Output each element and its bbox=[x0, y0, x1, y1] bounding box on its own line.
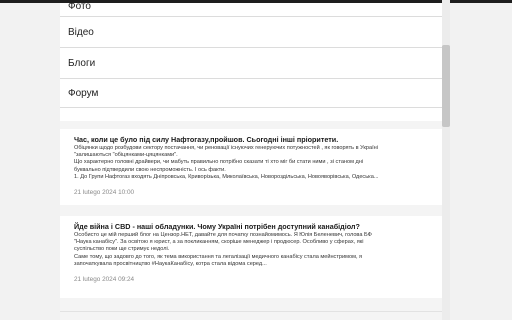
menu-item-label: Блоги bbox=[68, 57, 96, 69]
excerpt-line: Що характерно головні драйвери, чи мабут… bbox=[74, 159, 364, 166]
scrollbar-thumb[interactable] bbox=[442, 45, 450, 127]
excerpt-line: буквально підтвердили свою неспроможніст… bbox=[74, 166, 226, 173]
menu-item-label: Форум bbox=[68, 87, 99, 99]
content-panel: Фото Відео Блоги Форум Час, коли це було… bbox=[60, 0, 442, 320]
divider bbox=[60, 311, 442, 312]
top-bar bbox=[0, 0, 512, 3]
menu-item-blogs[interactable]: Блоги bbox=[60, 48, 442, 79]
excerpt-line: Обіцянки щодо розбудови сектору постачан… bbox=[74, 145, 378, 151]
excerpt-line: суспільство поки ще стримує недолі. bbox=[74, 246, 170, 253]
blog-card[interactable]: Йде війна і CBD - наші обладунки. Чому У… bbox=[60, 216, 442, 298]
menu-item-video[interactable]: Відео bbox=[60, 17, 442, 48]
menu-item-label: Відео bbox=[68, 26, 94, 38]
blog-card-excerpt: Особисто це мій перший блог на Цензор.НЕ… bbox=[74, 232, 428, 268]
blog-card-title[interactable]: Йде війна і CBD - наші обладунки. Чому У… bbox=[74, 222, 428, 231]
blog-card[interactable]: Час, коли це було під силу Нафтогазу,про… bbox=[60, 129, 442, 205]
excerpt-line: Особисто це мій перший блог на Цензор.НЕ… bbox=[74, 232, 372, 238]
blog-card-excerpt: Обіцянки щодо розбудови сектору постачан… bbox=[74, 145, 428, 181]
excerpt-line: "Наука канабісу". За освітою я юрист, а … bbox=[74, 239, 364, 246]
blog-card-date: 21 lutego 2024 09:24 bbox=[74, 276, 135, 284]
excerpt-line: Саме тому, що задовго до того, як тема в… bbox=[74, 253, 363, 260]
excerpt-line: 1. До Групи Нафтогаз входять Дніпровська… bbox=[74, 173, 379, 180]
blog-card-title[interactable]: Час, коли це було під силу Нафтогазу,про… bbox=[74, 135, 428, 144]
blog-card-date: 21 lutego 2024 10:00 bbox=[74, 189, 135, 197]
excerpt-line: започаткувала просвітництво #НаукаКанабі… bbox=[74, 260, 267, 267]
menu-item-forum[interactable]: Форум bbox=[60, 79, 442, 108]
blog-feed: Час, коли це було під силу Нафтогазу,про… bbox=[60, 121, 442, 320]
